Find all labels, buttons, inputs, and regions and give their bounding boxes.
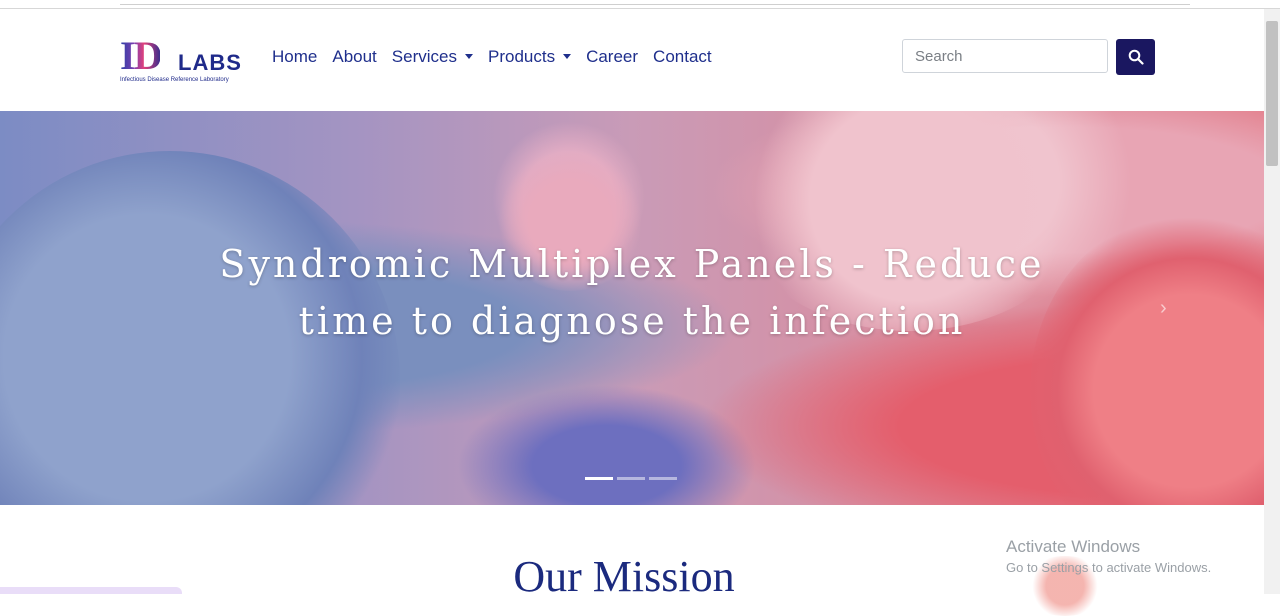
site-logo[interactable]: ID LABS Infectious Disease Reference Lab… [120, 36, 248, 92]
search-input[interactable] [902, 39, 1108, 73]
watermark-line: Go to Settings to activate Windows. [1006, 560, 1212, 575]
caret-down-icon [464, 53, 473, 59]
logo-mark: ID [120, 33, 162, 78]
hero-title-line: time to diagnose the infection [298, 299, 966, 343]
main-nav: Home About Services Products Career Cont… [272, 47, 727, 67]
windows-activation-watermark: Activate Windows Go to Settings to activ… [1006, 537, 1211, 575]
browser-top-strip [0, 0, 1280, 9]
logo-word: LABS [178, 50, 242, 75]
scrollbar-thumb[interactable] [1266, 21, 1278, 166]
logo-tagline: Infectious Disease Reference Laboratory [120, 77, 229, 83]
nav-item-about[interactable]: About [332, 47, 376, 67]
nav-item-products[interactable]: Products [487, 47, 572, 67]
tab-line [120, 0, 1190, 5]
page-scrollbar[interactable] [1264, 9, 1280, 594]
nav-item-career[interactable]: Career [586, 47, 638, 67]
carousel-indicators [585, 477, 677, 480]
navbar: ID LABS Infectious Disease Reference Lab… [0, 9, 1264, 111]
nav-item-home[interactable]: Home [272, 47, 317, 67]
carousel-indicator[interactable] [649, 477, 677, 480]
carousel-indicator[interactable] [585, 477, 613, 480]
nav-item-label: Career [586, 47, 639, 66]
nav-item-label: Products [487, 47, 556, 66]
nav-item-services[interactable]: Services [392, 47, 473, 67]
hero-title: Syndromic Multiplex Panels - Reduce time… [0, 236, 1264, 350]
hero-carousel[interactable]: Syndromic Multiplex Panels - Reduce time… [0, 111, 1264, 505]
hero-title-line: Syndromic Multiplex Panels - Reduce [219, 242, 1045, 286]
chevron-right-icon[interactable]: › [1160, 297, 1167, 320]
nav-item-label: About [332, 47, 377, 66]
nav-item-label: Services [391, 47, 457, 66]
search-icon [1128, 49, 1144, 65]
floating-widget-edge[interactable] [0, 587, 182, 594]
nav-item-label: Contact [653, 47, 712, 66]
watermark-line: Activate Windows [1006, 537, 1141, 556]
carousel-indicator[interactable] [617, 477, 645, 480]
nav-item-label: Home [272, 47, 318, 66]
caret-down-icon [563, 53, 572, 59]
search-button[interactable] [1116, 39, 1155, 75]
nav-item-contact[interactable]: Contact [653, 47, 712, 67]
